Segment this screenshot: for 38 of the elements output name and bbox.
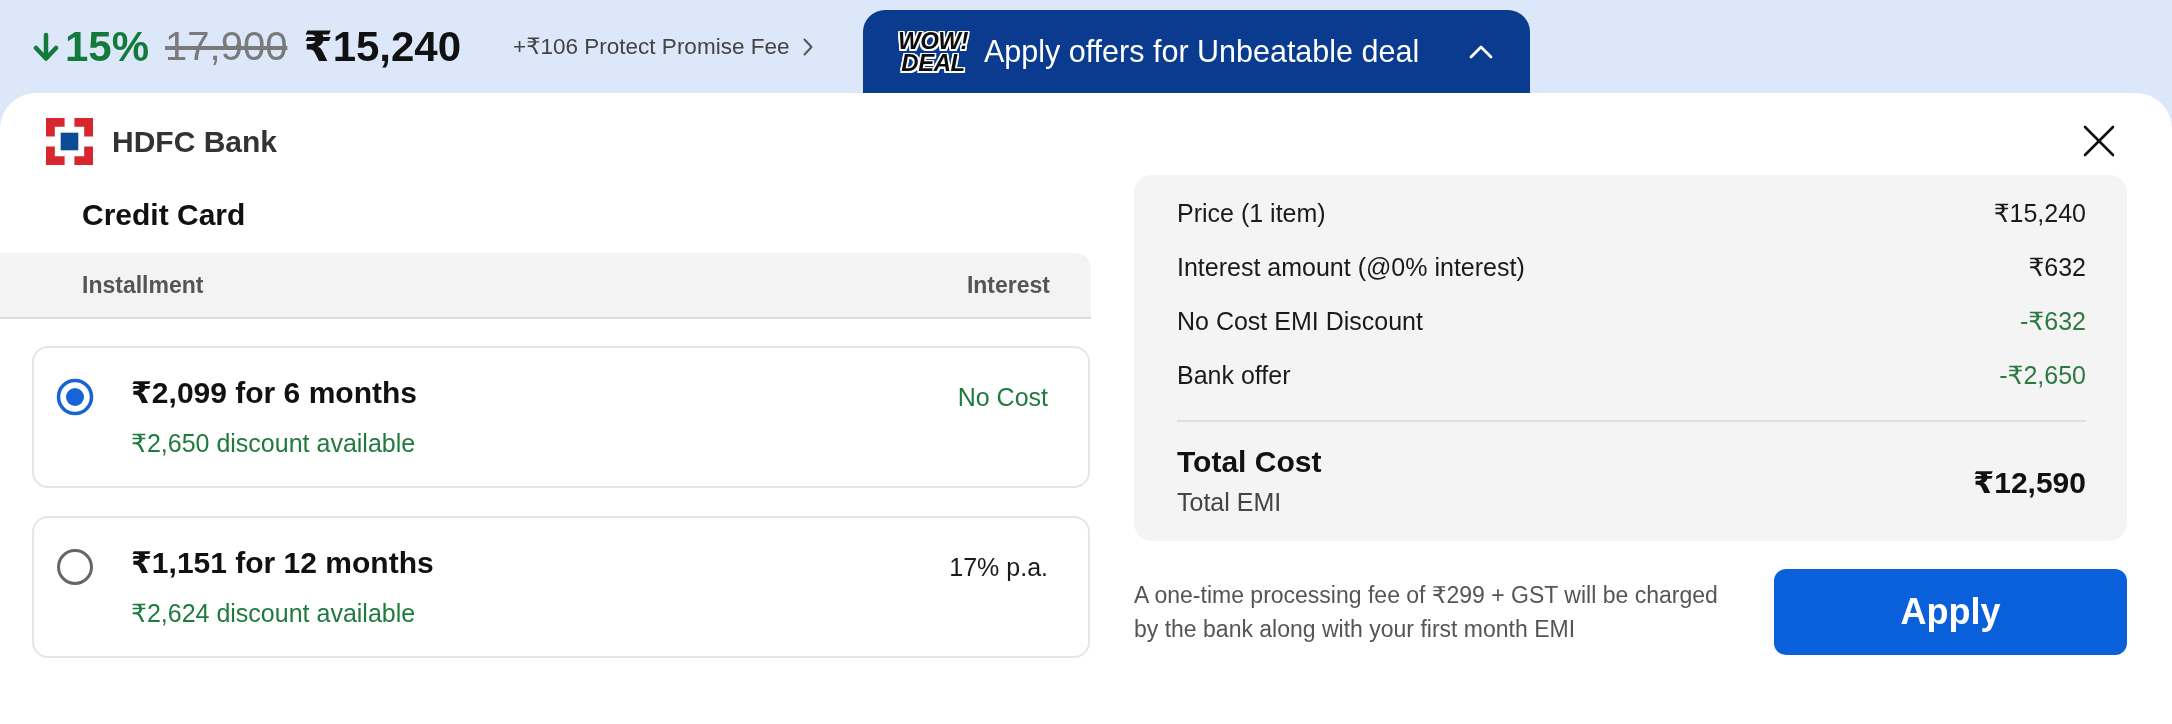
plan-option[interactable]: ₹1,151 for 12 months ₹2,624 discount available 17% p.a. bbox=[32, 516, 1090, 658]
apply-button[interactable]: Apply bbox=[1774, 569, 2127, 655]
summary-value: -₹2,650 bbox=[1999, 360, 2086, 390]
total-value: ₹12,590 bbox=[1973, 464, 2086, 500]
plan-interest: No Cost bbox=[957, 382, 1048, 413]
close-button[interactable] bbox=[2081, 123, 2117, 159]
summary-value: ₹15,240 bbox=[1993, 198, 2086, 228]
card-type-heading: Credit Card bbox=[82, 197, 246, 233]
deal-logo-word: WOW! bbox=[898, 29, 968, 52]
plan-interest: 17% p.a. bbox=[949, 552, 1048, 583]
summary-label: No Cost EMI Discount bbox=[1177, 306, 1423, 336]
column-header: Interest bbox=[966, 271, 1050, 299]
total-sublabel: Total EMI bbox=[1177, 487, 1282, 518]
processing-fee-note: A one-time processing fee of ₹299 + GST will be charged by the bank along with your first month EMI bbox=[1134, 581, 1719, 644]
plan-title: ₹2,099 for 6 months bbox=[131, 375, 417, 411]
discount-percent: 15% bbox=[65, 22, 150, 71]
close-icon bbox=[2083, 125, 2115, 157]
sale-price: ₹15,240 bbox=[303, 22, 462, 71]
plan-discount: ₹2,650 discount available bbox=[131, 428, 416, 458]
radio-button[interactable] bbox=[56, 548, 94, 586]
original-price: 17,900 bbox=[165, 24, 288, 69]
column-header: Installment bbox=[82, 271, 204, 299]
plan-discount: ₹2,624 discount available bbox=[131, 598, 416, 628]
summary-value: ₹632 bbox=[2028, 252, 2086, 282]
summary-label: Interest amount (@0% interest) bbox=[1177, 252, 1525, 282]
summary-label: Bank offer bbox=[1177, 360, 1291, 390]
down-arrow-icon bbox=[33, 31, 59, 62]
chevron-right-icon bbox=[803, 37, 814, 56]
protect-fee-link[interactable]: +₹106 Protect Promise Fee bbox=[513, 33, 814, 60]
plan-option[interactable]: ₹2,099 for 6 months ₹2,650 discount available No Cost bbox=[32, 346, 1090, 488]
radio-button[interactable] bbox=[56, 378, 94, 416]
summary-value: -₹632 bbox=[2020, 306, 2086, 336]
bank-name: HDFC Bank bbox=[112, 124, 277, 159]
summary-label: Price (1 item) bbox=[1177, 198, 1326, 228]
total-label: Total Cost bbox=[1177, 444, 1322, 480]
bank-logo-icon bbox=[46, 118, 93, 165]
plan-title: ₹1,151 for 12 months bbox=[131, 545, 434, 581]
deal-logo-word: DEAL bbox=[901, 51, 965, 74]
